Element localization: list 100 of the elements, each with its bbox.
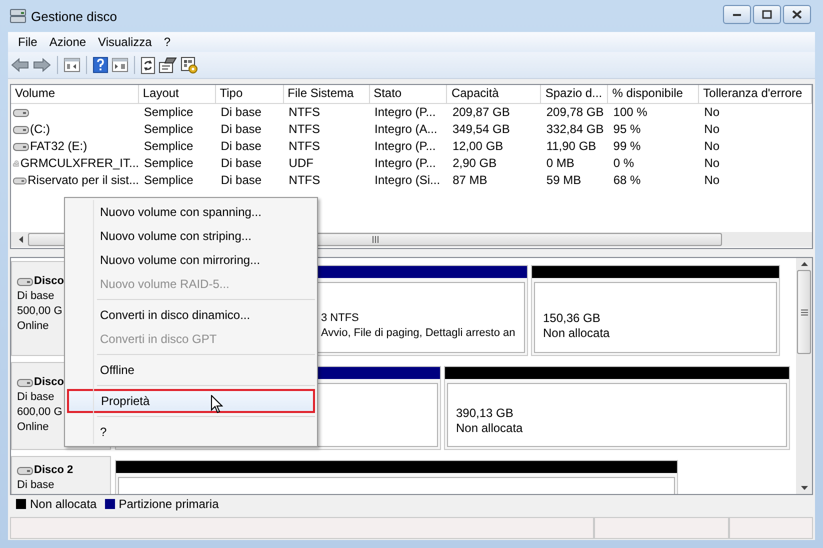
disk-name: Disco bbox=[34, 274, 64, 289]
table-cell-text: Integro (Si... bbox=[374, 172, 442, 189]
maximize-icon bbox=[762, 10, 772, 18]
drive-icon bbox=[13, 124, 29, 134]
mouse-cursor-icon bbox=[211, 395, 223, 414]
column-header[interactable]: Layout bbox=[138, 85, 216, 103]
table-cell-text: 0 MB bbox=[545, 155, 576, 172]
vertical-scrollbar[interactable] bbox=[796, 258, 812, 494]
menu-item[interactable]: Nuovo volume con striping... bbox=[67, 224, 315, 248]
disk-info: 500,00 G bbox=[17, 304, 62, 319]
close-icon bbox=[792, 10, 802, 18]
table-cell-text: NTFS bbox=[288, 104, 321, 121]
table-cell-text: No bbox=[703, 172, 721, 189]
partition-info: 150,36 GB bbox=[543, 311, 602, 326]
table-cell-text: 11,90 GB bbox=[545, 138, 598, 155]
volume-name: (C:) bbox=[30, 121, 50, 138]
table-cell-text: No bbox=[703, 155, 721, 172]
properties-icon[interactable] bbox=[159, 57, 177, 73]
scroll-down-icon[interactable] bbox=[800, 486, 808, 490]
menu-item[interactable]: Proprietà bbox=[67, 389, 315, 413]
partition-info: Avvio, File di paging, Dettagli arresto an bbox=[321, 326, 516, 341]
partition-block[interactable]: 150,36 GB Non allocata bbox=[531, 265, 780, 356]
partition-info: 3 NTFS bbox=[321, 311, 360, 326]
table-cell-text: 68 % bbox=[612, 172, 642, 189]
close-button[interactable] bbox=[783, 4, 811, 24]
menu-item[interactable]: File bbox=[12, 35, 44, 49]
table-cell-text: 0 % bbox=[612, 155, 636, 172]
table-cell-text: Di base bbox=[220, 121, 262, 138]
disk-label-panel[interactable]: Disco 2 Di base bbox=[11, 456, 111, 494]
table-cell-text: Integro (A... bbox=[374, 121, 438, 138]
table-cell-text: 99 % bbox=[612, 138, 642, 155]
column-header[interactable]: Stato bbox=[370, 85, 448, 103]
table-cell-text: Semplice bbox=[142, 104, 194, 121]
forward-arrow-icon[interactable] bbox=[33, 58, 51, 72]
scroll-left-icon[interactable] bbox=[18, 236, 22, 243]
table-cell-text: 12,00 GB bbox=[451, 138, 504, 155]
column-header[interactable]: Spazio d... bbox=[541, 85, 608, 103]
table-cell-text: 87 MB bbox=[452, 172, 488, 189]
table-cell-text: 209,78 GB bbox=[545, 104, 605, 121]
partition-info: 390,13 GB bbox=[456, 406, 514, 421]
table-cell-text: Semplice bbox=[143, 155, 194, 172]
column-header[interactable]: Capacità bbox=[447, 85, 542, 103]
disk-name: Disco 2 bbox=[34, 463, 74, 478]
minimize-button[interactable] bbox=[723, 4, 751, 24]
minimize-icon bbox=[732, 11, 742, 17]
table-cell-text: NTFS bbox=[288, 138, 321, 155]
table-cell-text: UDF bbox=[288, 155, 314, 172]
column-header[interactable]: Volume bbox=[11, 85, 139, 103]
back-arrow-icon[interactable] bbox=[11, 58, 29, 72]
disk-management-icon bbox=[10, 9, 26, 23]
disk-info: Online bbox=[17, 420, 49, 435]
legend-label: Partizione primaria bbox=[118, 497, 219, 511]
table-cell-text: No bbox=[703, 138, 720, 155]
maximize-button[interactable] bbox=[753, 4, 781, 24]
grip-icon bbox=[372, 236, 378, 243]
table-cell-text: NTFS bbox=[288, 121, 321, 138]
menu-item[interactable]: ? bbox=[158, 35, 177, 49]
column-header[interactable]: Tolleranza d'errore bbox=[699, 85, 812, 103]
table-cell-text: 349,54 GB bbox=[451, 121, 511, 138]
column-header[interactable]: Tipo bbox=[216, 85, 284, 103]
volume-name: GRMCULXFRER_IT... bbox=[20, 155, 139, 172]
disk-info: Di base bbox=[17, 478, 54, 493]
settings-icon[interactable] bbox=[181, 56, 198, 74]
menu-item[interactable]: Visualizza bbox=[92, 35, 158, 49]
table-cell-text: Di base bbox=[220, 104, 262, 121]
table-cell-text: 59 MB bbox=[545, 172, 582, 189]
legend-label: Non allocata bbox=[30, 497, 97, 511]
table-cell-text: 209,87 GB bbox=[451, 104, 511, 121]
table-cell-text: 100 % bbox=[612, 104, 648, 121]
table-cell-text: Integro (P... bbox=[374, 104, 437, 121]
column-header[interactable]: % disponibile bbox=[608, 85, 700, 103]
menu-item[interactable]: Nuovo volume con spanning... bbox=[67, 200, 315, 224]
console-tree-icon[interactable] bbox=[64, 58, 80, 72]
disk-info: Di base bbox=[17, 289, 54, 304]
table-cell-text: Integro (P... bbox=[374, 138, 437, 155]
disk-info: Di base bbox=[17, 390, 54, 405]
partition-block[interactable]: 390,13 GB Non allocata bbox=[444, 366, 790, 450]
scroll-up-icon[interactable] bbox=[800, 262, 808, 266]
table-cell-text: No bbox=[703, 104, 720, 121]
partition-block[interactable] bbox=[115, 460, 678, 494]
volume-name: Riservato per il sist... bbox=[28, 172, 139, 189]
table-cell-text: Semplice bbox=[142, 121, 194, 138]
table-cell-text: Di base bbox=[220, 172, 263, 189]
help-icon[interactable] bbox=[93, 57, 108, 73]
drive-icon bbox=[13, 176, 27, 186]
scrollbar-thumb[interactable] bbox=[797, 270, 811, 354]
menu-item[interactable]: Azione bbox=[43, 35, 92, 49]
disk-info: Online bbox=[17, 319, 49, 334]
volume-name: FAT32 (E:) bbox=[30, 138, 88, 155]
refresh-icon[interactable] bbox=[141, 56, 155, 74]
table-cell-text: Semplice bbox=[143, 172, 194, 189]
partition-info: Non allocata bbox=[456, 421, 524, 436]
disk-name: Disco bbox=[34, 375, 64, 390]
column-header[interactable]: File Sistema bbox=[284, 85, 370, 103]
action-pane-icon[interactable] bbox=[112, 58, 128, 72]
drive-icon bbox=[13, 142, 29, 152]
window-title: Gestione disco bbox=[31, 8, 117, 24]
table-cell-text: NTFS bbox=[288, 172, 322, 189]
table-cell-text: 95 % bbox=[612, 121, 642, 138]
drive-icon bbox=[13, 108, 29, 118]
